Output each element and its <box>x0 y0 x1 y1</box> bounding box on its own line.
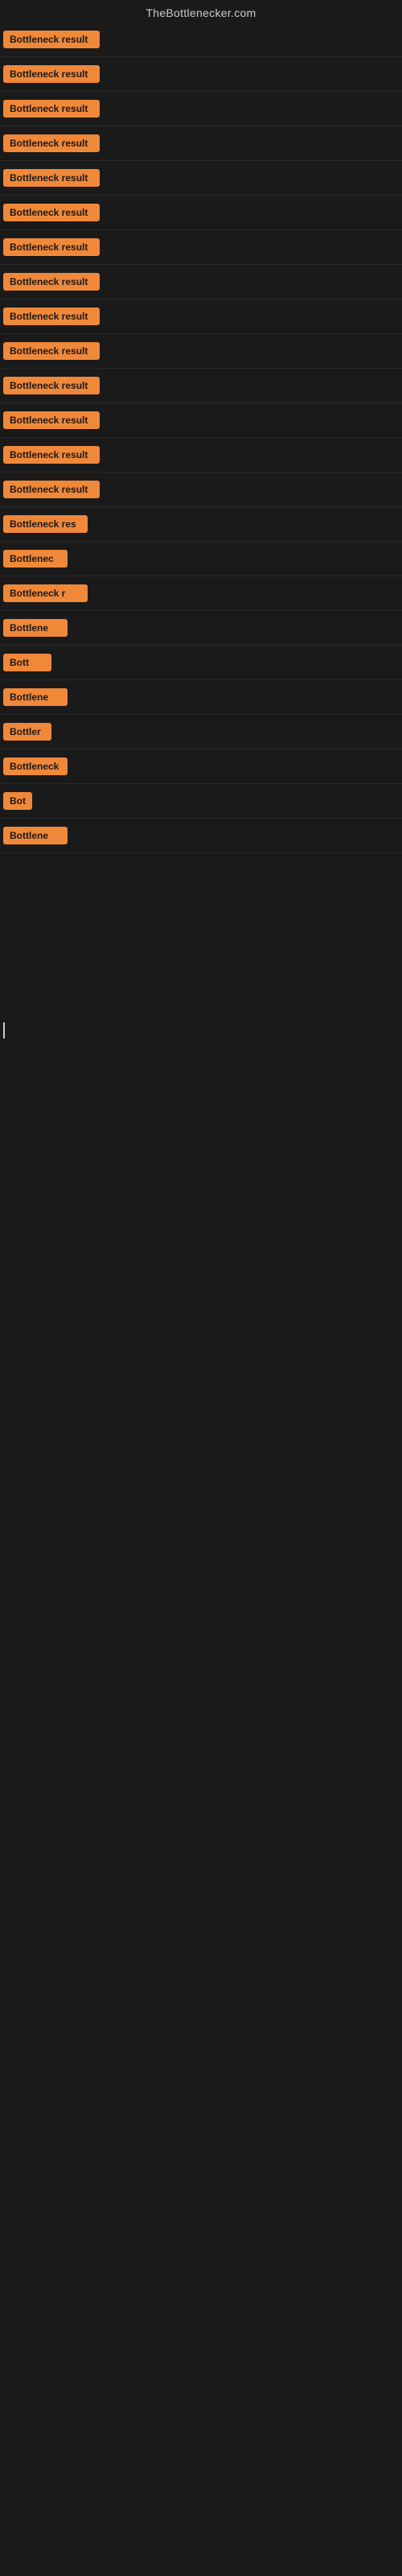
list-item: Bottleneck result <box>0 369 402 403</box>
bottleneck-badge[interactable]: Bottleneck r <box>3 584 88 602</box>
bottleneck-badge[interactable]: Bottleneck result <box>3 100 100 118</box>
bottleneck-badge[interactable]: Bottleneck result <box>3 134 100 152</box>
bottleneck-badge[interactable]: Bottleneck res <box>3 515 88 533</box>
list-item: Bottleneck result <box>0 57 402 92</box>
bottleneck-badge[interactable]: Bottleneck <box>3 758 68 775</box>
bottleneck-badge[interactable]: Bottleneck result <box>3 65 100 83</box>
empty-section-1 <box>0 853 402 1014</box>
bottleneck-badge[interactable]: Bott <box>3 654 51 671</box>
bottleneck-badge[interactable]: Bottleneck result <box>3 411 100 429</box>
list-item: Bott <box>0 646 402 680</box>
bottleneck-badge[interactable]: Bottleneck result <box>3 342 100 360</box>
list-item: Bottleneck <box>0 749 402 784</box>
list-item: Bottleneck result <box>0 126 402 161</box>
list-item: Bottleneck result <box>0 92 402 126</box>
empty-section-4 <box>0 1658 402 1819</box>
bottleneck-badge[interactable]: Bottler <box>3 723 51 741</box>
cursor-section <box>0 1014 402 1336</box>
list-item: Bottleneck result <box>0 438 402 473</box>
list-item: Bottleneck result <box>0 230 402 265</box>
list-item: Bottleneck result <box>0 334 402 369</box>
list-item: Bottleneck res <box>0 507 402 542</box>
bottleneck-badge[interactable]: Bottlene <box>3 619 68 637</box>
site-title: TheBottlenecker.com <box>0 0 402 23</box>
bottleneck-badge[interactable]: Bot <box>3 792 32 810</box>
list-item: Bottlene <box>0 819 402 853</box>
empty-section-2 <box>0 1336 402 1497</box>
bottleneck-badge[interactable]: Bottleneck result <box>3 377 100 394</box>
text-cursor <box>3 1022 5 1038</box>
list-item: Bottlenec <box>0 542 402 576</box>
bottleneck-badge[interactable]: Bottleneck result <box>3 204 100 221</box>
list-item: Bottlene <box>0 611 402 646</box>
bottleneck-badge[interactable]: Bottleneck result <box>3 273 100 291</box>
list-item: Bottleneck r <box>0 576 402 611</box>
empty-section-3 <box>0 1497 402 1658</box>
site-title-container: TheBottlenecker.com <box>0 0 402 23</box>
bottleneck-badge[interactable]: Bottlene <box>3 688 68 706</box>
list-item: Bottleneck result <box>0 473 402 507</box>
list-item: Bottleneck result <box>0 299 402 334</box>
list-item: Bottleneck result <box>0 23 402 57</box>
list-item: Bot <box>0 784 402 819</box>
list-item: Bottleneck result <box>0 403 402 438</box>
bottleneck-badge[interactable]: Bottlenec <box>3 550 68 568</box>
bottleneck-badge[interactable]: Bottleneck result <box>3 169 100 187</box>
bottleneck-badge[interactable]: Bottlene <box>3 827 68 844</box>
bottleneck-badge[interactable]: Bottleneck result <box>3 481 100 498</box>
bottleneck-badge[interactable]: Bottleneck result <box>3 238 100 256</box>
list-item: Bottleneck result <box>0 265 402 299</box>
bottleneck-badge[interactable]: Bottleneck result <box>3 31 100 48</box>
bottleneck-badge[interactable]: Bottleneck result <box>3 446 100 464</box>
bottleneck-list: Bottleneck result Bottleneck result Bottle… <box>0 23 402 853</box>
list-item: Bottleneck result <box>0 161 402 196</box>
bottleneck-badge[interactable]: Bottleneck result <box>3 308 100 325</box>
list-item: Bottleneck result <box>0 196 402 230</box>
list-item: Bottlene <box>0 680 402 715</box>
list-item: Bottler <box>0 715 402 749</box>
